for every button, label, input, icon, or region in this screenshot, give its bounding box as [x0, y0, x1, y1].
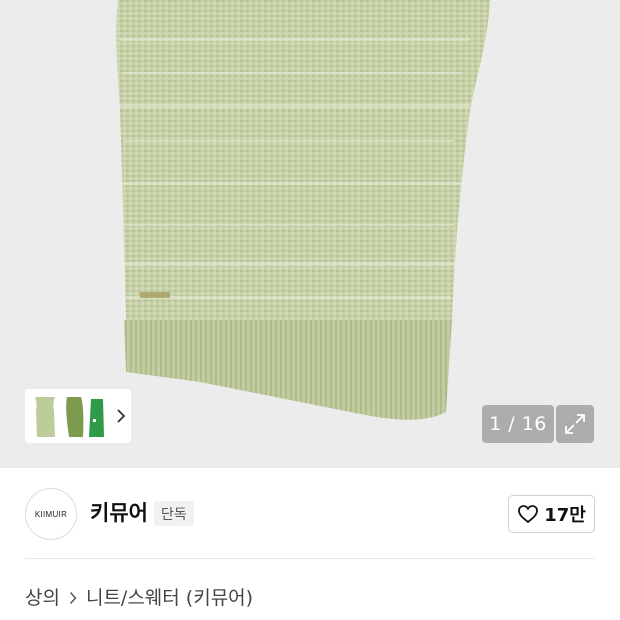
breadcrumb-item-category[interactable]: 상의 — [25, 585, 60, 611]
brand-name[interactable]: 키뮤어 — [90, 498, 148, 528]
product-image-gallery[interactable]: 1 / 16 — [0, 0, 620, 468]
thumbnail-strip[interactable] — [25, 389, 131, 443]
thumbnail-images[interactable] — [29, 393, 111, 439]
brand-logo[interactable]: KIIMUIR — [25, 488, 77, 540]
like-count: 17만 — [544, 505, 586, 526]
thumbnail-next-button[interactable] — [111, 393, 131, 439]
expand-button[interactable] — [556, 405, 594, 443]
breadcrumb-item-subcategory[interactable]: 니트/스웨터 (키뮤어) — [86, 585, 253, 611]
breadcrumb: 상의 니트/스웨터 (키뮤어) — [25, 585, 253, 611]
like-button[interactable]: 17만 — [508, 495, 595, 533]
chevron-right-icon — [117, 409, 126, 423]
expand-arrows-icon — [565, 414, 585, 434]
heart-outline-icon — [518, 505, 539, 524]
chevron-right-icon — [69, 591, 77, 605]
exclusive-badge: 단독 — [154, 501, 194, 526]
divider — [25, 558, 595, 559]
image-counter: 1 / 16 — [482, 405, 554, 443]
